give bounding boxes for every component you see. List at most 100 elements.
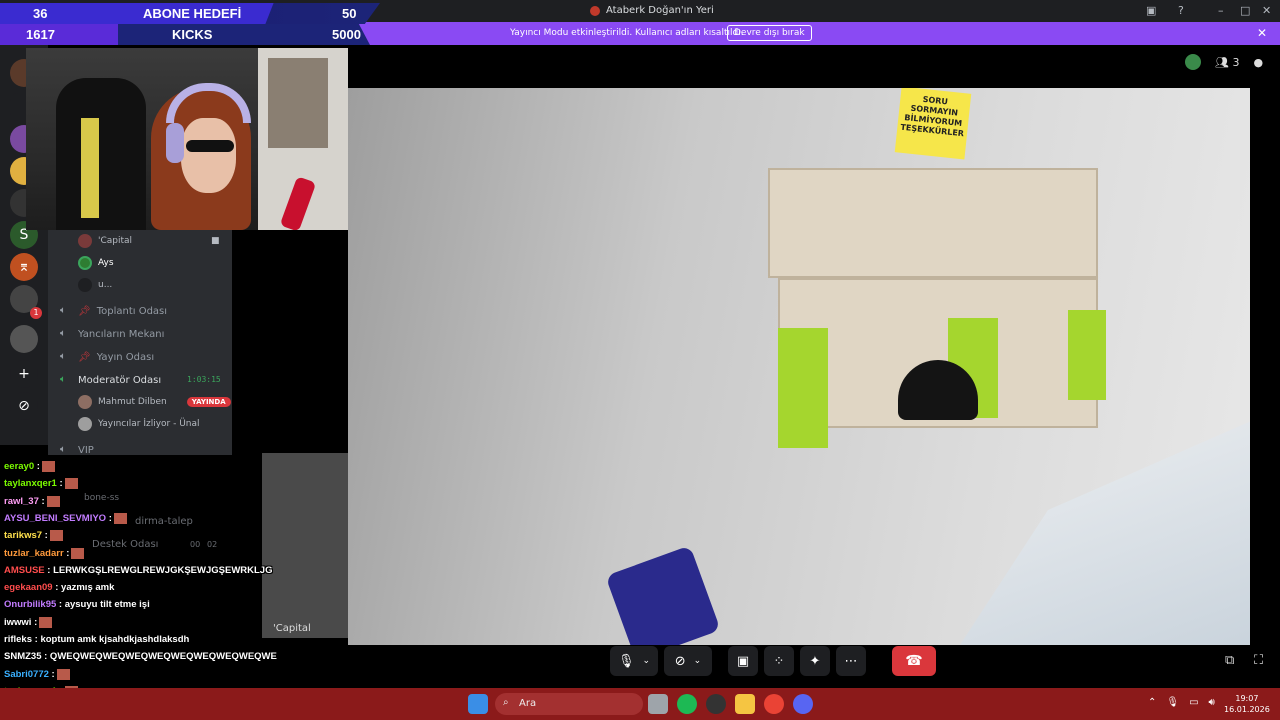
chat-username: AMSUSE bbox=[4, 564, 45, 576]
chevron-down-icon: ⌄ bbox=[693, 656, 702, 666]
taskbar-clock[interactable]: 19:07 16.01.2026 bbox=[1224, 693, 1270, 715]
server-icon bbox=[590, 5, 600, 16]
share-screen-button[interactable]: ▣ bbox=[728, 646, 758, 676]
kicks-goal-bar: 1617 KICKS 5000 bbox=[0, 24, 370, 45]
add-server-icon[interactable]: + bbox=[10, 360, 38, 388]
voice-channel-yayin[interactable]: 🔈︎ 📌︎ Yayın Odası bbox=[60, 351, 154, 363]
emote-icon bbox=[49, 530, 63, 542]
chat-username: egekaan09 bbox=[4, 582, 53, 594]
server-avatar-icon[interactable] bbox=[1185, 54, 1201, 70]
help-icon[interactable]: ? bbox=[1178, 4, 1184, 17]
more-options-button[interactable]: ⋯ bbox=[836, 646, 866, 676]
discord-icon[interactable] bbox=[793, 694, 813, 714]
emote-icon bbox=[46, 495, 60, 507]
taskbar-search[interactable]: ⌕ Ara bbox=[495, 693, 643, 715]
emote-icon bbox=[56, 668, 70, 680]
emote-icon bbox=[39, 616, 53, 628]
voice-user-name: Yayıncılar İzliyor - Ünal bbox=[98, 419, 200, 429]
notification-badge: 1 bbox=[30, 307, 42, 319]
voice-channel-toplanti[interactable]: 🔈︎ 📌︎ Toplantı Odası bbox=[60, 305, 167, 317]
participant-count: 3 bbox=[1232, 55, 1240, 69]
chat-message: AYSU_BENI_SEVMIYO : bbox=[4, 512, 127, 524]
chrome-icon[interactable] bbox=[764, 694, 784, 714]
obs-icon[interactable] bbox=[706, 694, 726, 714]
task-view-icon[interactable] bbox=[648, 694, 668, 714]
voice-user[interactable]: 'Capital bbox=[78, 234, 132, 248]
close-window-button[interactable]: ✕ bbox=[1262, 4, 1271, 17]
voice-user[interactable]: Yayıncılar İzliyor - Ünal bbox=[78, 417, 200, 431]
call-header-actions: 👥︎ 3 ● bbox=[1185, 54, 1263, 70]
voice-channel-moderator[interactable]: 🔈︎ Moderatör Odası bbox=[60, 374, 161, 386]
volume-icon[interactable]: 🔊︎ bbox=[1209, 697, 1215, 708]
streamer-face bbox=[181, 118, 236, 193]
chat-icon[interactable]: ● bbox=[1253, 56, 1263, 69]
network-icon[interactable]: ▭ bbox=[1189, 697, 1198, 708]
voice-user[interactable]: u... bbox=[78, 278, 112, 292]
chat-message: eeray0 : bbox=[4, 461, 55, 472]
disable-streamer-mode-button[interactable]: Devre dışı bırak bbox=[727, 25, 812, 41]
lamp bbox=[605, 545, 721, 645]
voice-user[interactable]: Mahmut Dilben YAYINDA bbox=[78, 395, 231, 409]
banner-close-icon[interactable]: ✕ bbox=[1257, 26, 1267, 40]
chat-username: Onurbilik95 bbox=[4, 599, 57, 611]
chat-username: SNMZ35 bbox=[4, 651, 42, 663]
voice-user[interactable]: Ays bbox=[78, 256, 114, 270]
discover-icon[interactable]: ⊘ bbox=[10, 392, 38, 420]
toggle-camera-button[interactable]: ⊘ ⌄ bbox=[664, 646, 712, 676]
soundboard-button[interactable]: ✦ bbox=[800, 646, 830, 676]
disconnect-button[interactable]: ☎︎ bbox=[892, 646, 936, 676]
voice-channel-yancilar[interactable]: 🔈︎ Yancıların Mekanı bbox=[60, 328, 164, 340]
headset-earcup bbox=[166, 123, 184, 163]
channel-timer: 1:03:15 bbox=[187, 375, 221, 384]
headset bbox=[166, 83, 251, 123]
emote-icon bbox=[71, 547, 85, 559]
chat-username: tarikws7 bbox=[4, 530, 43, 542]
video-feed[interactable]: SORU SORMAYIN BİLMİYORUM TEŞEKKÜRLER bbox=[348, 88, 1250, 645]
fullscreen-icon[interactable]: ⛶ bbox=[1254, 653, 1263, 668]
voice-user-name: 'Capital bbox=[98, 236, 133, 246]
camera-icon: ■ bbox=[211, 236, 220, 246]
mute-microphone-button[interactable]: 🎙︎ ⌄ bbox=[610, 646, 658, 676]
speaker-icon: 🔈︎ bbox=[60, 374, 66, 385]
chat-message: AMSUSE : LERWKGŞLREWGLREWJGKŞEWJGŞEWRKLJ… bbox=[4, 565, 273, 576]
activities-button[interactable]: ⁘ bbox=[764, 646, 794, 676]
chat-text: : koptum amk kjsahdkjashdlaksdh bbox=[32, 634, 190, 645]
start-button[interactable] bbox=[468, 694, 488, 714]
chat-username: eeray0 bbox=[4, 461, 35, 473]
background-shelf bbox=[268, 58, 328, 148]
popout-icon[interactable]: ⧉ bbox=[1225, 653, 1234, 668]
banner-message: Yayıncı Modu etkinleştirildi. Kullanıcı … bbox=[510, 28, 744, 38]
shelf-panel bbox=[778, 328, 828, 448]
windows-taskbar: ⌕ Ara ⌃ 🎙︎ ▭ 🔊︎ 19:07 16.01.2026 bbox=[0, 688, 1280, 720]
avatar bbox=[78, 234, 92, 248]
sub-goal-current: 36 bbox=[33, 6, 48, 21]
ellipsis-icon: ⋯ bbox=[844, 653, 858, 669]
channel-label: Moderatör Odası bbox=[78, 374, 162, 386]
server-icon[interactable]: ⌆ bbox=[10, 253, 38, 281]
microphone-tray-icon[interactable]: 🎙︎ bbox=[1166, 697, 1179, 708]
spotify-icon[interactable] bbox=[677, 694, 697, 714]
avatar bbox=[78, 417, 92, 431]
maximize-button[interactable]: □ bbox=[1240, 4, 1250, 17]
server-icon[interactable] bbox=[10, 325, 38, 353]
sunglasses bbox=[186, 140, 234, 152]
speaker-icon: 🔈︎ bbox=[60, 305, 66, 316]
pin-icon: 📌︎ bbox=[78, 305, 91, 317]
chat-separator: : bbox=[63, 547, 70, 559]
file-explorer-icon[interactable] bbox=[735, 694, 755, 714]
camera-off-icon: ⊘ bbox=[674, 653, 686, 669]
avatar bbox=[78, 278, 92, 292]
minimize-button[interactable]: – bbox=[1218, 4, 1224, 17]
clock-date: 16.01.2026 bbox=[1224, 705, 1270, 714]
stream-chat-overlay: eeray0 : taylanxqer1 : rawl_37 : AYSU_BENI_… bbox=[0, 445, 420, 720]
window-title: Ataberk Doğan'ın Yeri bbox=[590, 5, 714, 16]
inbox-icon[interactable]: ▣ bbox=[1146, 4, 1156, 17]
chat-separator: : bbox=[42, 530, 48, 542]
chat-message: rifleks : koptum amk kjsahdkjashdlaksdh bbox=[4, 634, 189, 645]
live-badge: YAYINDA bbox=[186, 397, 231, 407]
chevron-up-icon[interactable]: ⌃ bbox=[1148, 697, 1156, 708]
chat-text: : aysuyu tilt etme işi bbox=[56, 599, 150, 611]
voice-user-name: u... bbox=[98, 280, 113, 290]
participants-icon[interactable]: 👥︎ 3 bbox=[1215, 56, 1239, 69]
facecam-overlay bbox=[26, 48, 348, 230]
